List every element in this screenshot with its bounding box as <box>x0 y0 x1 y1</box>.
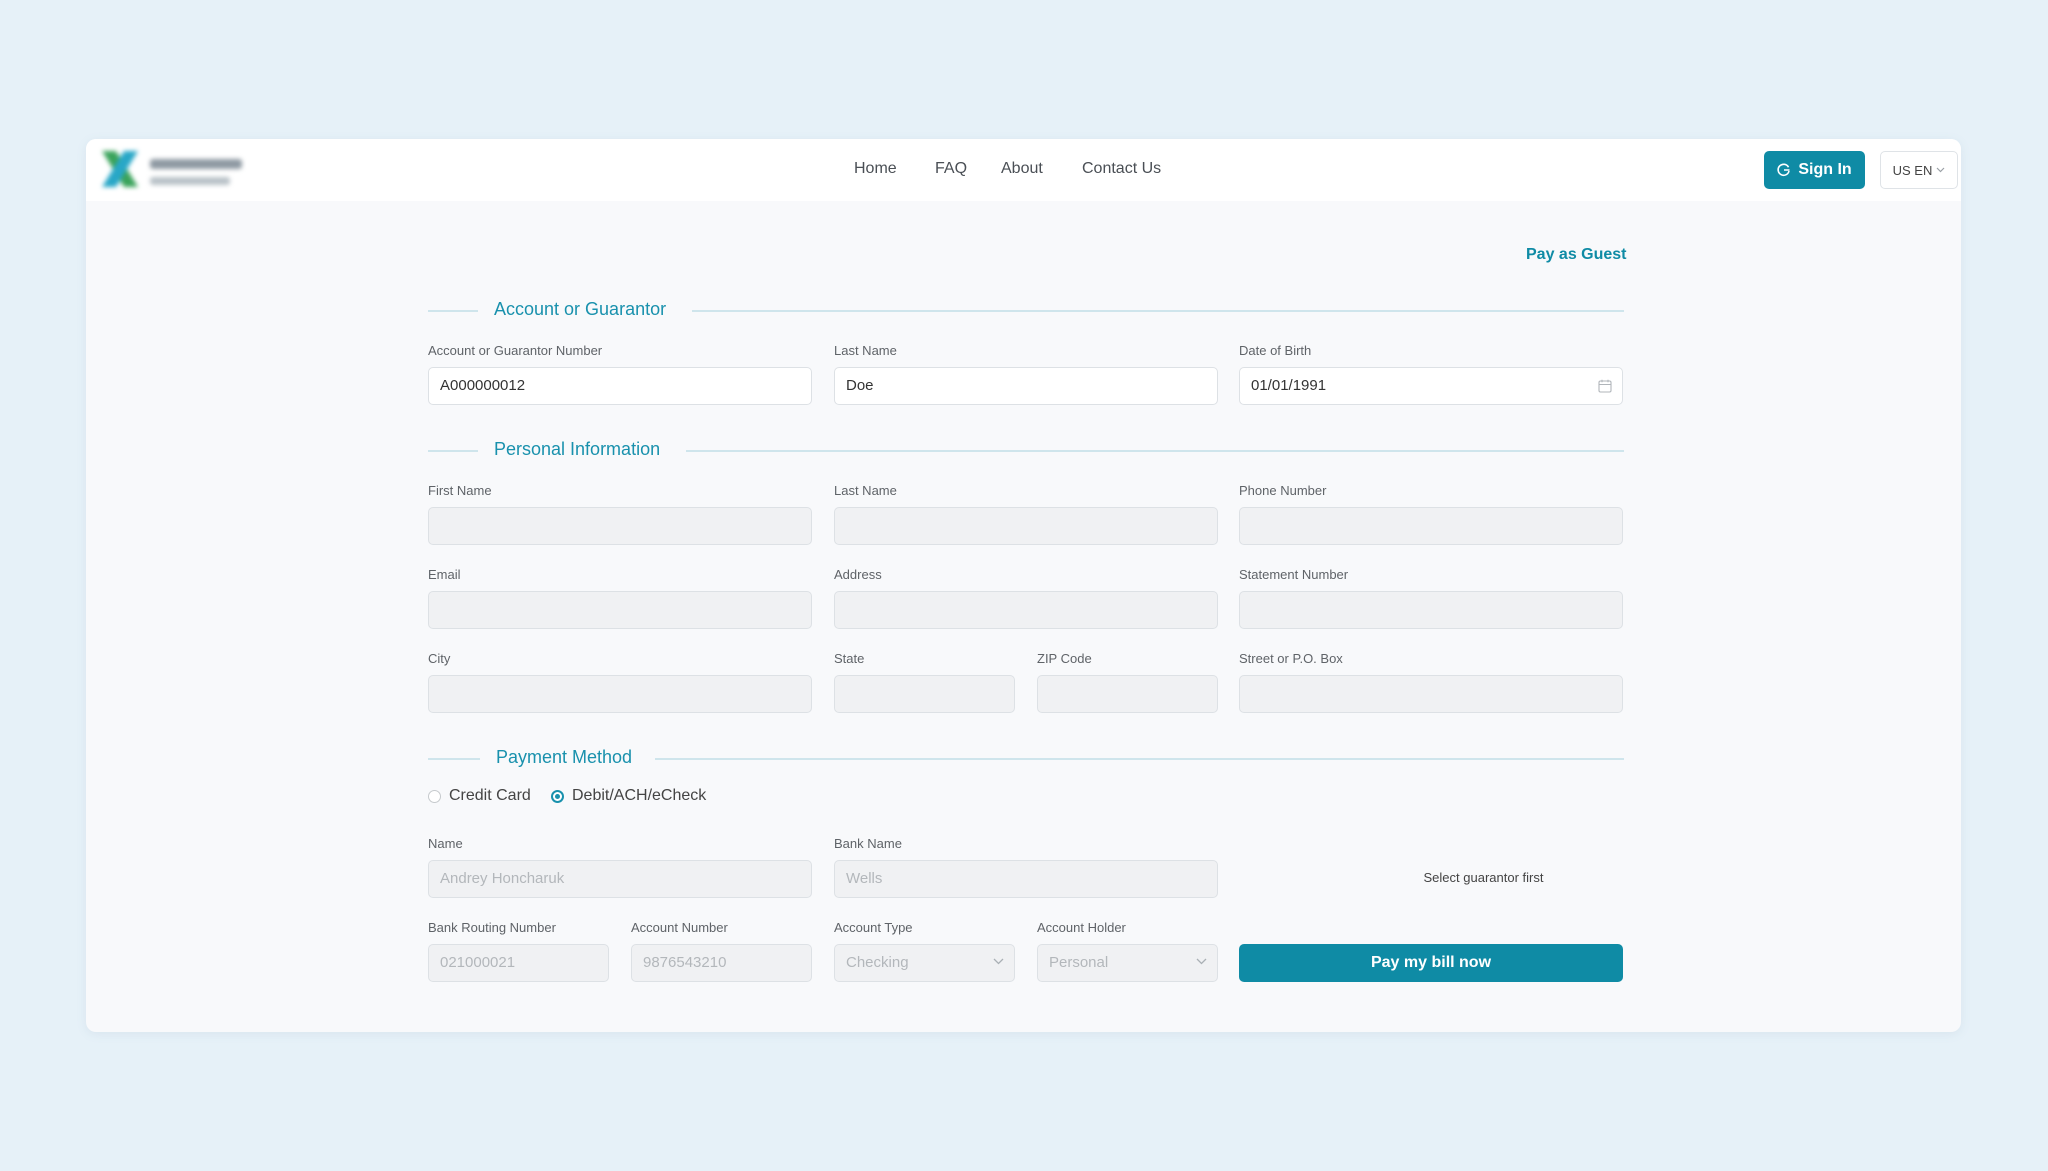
account-holder-select[interactable]: Personal <box>1037 944 1218 982</box>
logo-mark-icon <box>102 151 138 187</box>
bank-name-label: Bank Name <box>834 836 902 851</box>
state-label: State <box>834 651 865 666</box>
personal-last-name-label: Last Name <box>834 483 897 498</box>
page-card: Home FAQ About Contact Us Sign In US EN … <box>86 139 1961 1032</box>
sign-in-icon <box>1777 163 1791 177</box>
first-name-input[interactable] <box>428 507 812 545</box>
header: Home FAQ About Contact Us Sign In US EN <box>86 139 1961 201</box>
state-input[interactable] <box>834 675 1015 713</box>
sign-in-label: Sign In <box>1798 161 1852 178</box>
section-divider <box>428 310 478 312</box>
nav-home[interactable]: Home <box>854 160 897 178</box>
account-holder-value: Personal <box>1049 954 1109 971</box>
date-of-birth-label: Date of Birth <box>1239 343 1312 358</box>
name-input[interactable]: Andrey Honcharuk <box>428 860 812 898</box>
account-number-input[interactable]: 9876543210 <box>631 944 812 982</box>
language-select[interactable]: US EN <box>1880 151 1958 189</box>
statement-number-input[interactable] <box>1239 591 1623 629</box>
language-label: US EN <box>1892 162 1933 178</box>
zip-label: ZIP Code <box>1037 651 1092 666</box>
debit-ach-option[interactable]: Debit/ACH/eCheck <box>551 787 706 805</box>
zip-input[interactable] <box>1037 675 1218 713</box>
bank-name-input[interactable]: Wells <box>834 860 1218 898</box>
pay-bill-label: Pay my bill now <box>1370 954 1492 971</box>
debit-ach-radio[interactable] <box>551 789 564 803</box>
name-label: Name <box>428 836 463 851</box>
first-name-label: First Name <box>428 483 492 498</box>
last-name-label: Last Name <box>834 343 897 358</box>
logo[interactable] <box>98 147 248 197</box>
statement-number-label: Statement Number <box>1239 567 1349 582</box>
chevron-down-icon <box>1196 958 1207 965</box>
section-divider <box>428 450 478 452</box>
last-name-input[interactable]: Doe <box>834 367 1218 405</box>
nav-faq[interactable]: FAQ <box>935 160 967 178</box>
account-type-value: Checking <box>846 954 909 971</box>
city-input[interactable] <box>428 675 812 713</box>
routing-number-input[interactable]: 021000021 <box>428 944 609 982</box>
section-divider <box>686 450 1624 452</box>
routing-number-label: Bank Routing Number <box>428 920 556 935</box>
email-label: Email <box>428 567 461 582</box>
pay-bill-button[interactable]: Pay my bill now <box>1239 944 1623 982</box>
chevron-down-icon <box>993 958 1004 965</box>
guarantor-number-label: Account or Guarantor Number <box>428 343 603 358</box>
account-type-label: Account Type <box>834 920 913 935</box>
address-input[interactable] <box>834 591 1218 629</box>
guarantor-number-input[interactable]: A000000012 <box>428 367 812 405</box>
pay-as-guest-link[interactable]: Pay as Guest <box>1526 246 1627 264</box>
credit-card-radio[interactable] <box>428 789 441 803</box>
address-label: Address <box>834 567 882 582</box>
date-of-birth-input[interactable]: 01/01/1991 <box>1239 367 1623 405</box>
account-holder-label: Account Holder <box>1037 920 1126 935</box>
section-title-account: Account or Guarantor <box>494 299 667 319</box>
debit-ach-label: Debit/ACH/eCheck <box>572 787 707 804</box>
section-title-personal: Personal Information <box>494 439 661 459</box>
city-label: City <box>428 651 451 666</box>
chevron-down-icon <box>1936 167 1945 173</box>
account-number-label: Account Number <box>631 920 728 935</box>
phone-label: Phone Number <box>1239 483 1327 498</box>
street-label: Street or P.O. Box <box>1239 651 1343 666</box>
street-input[interactable] <box>1239 675 1623 713</box>
section-divider <box>655 758 1624 760</box>
select-guarantor-hint: Select guarantor first <box>1423 870 1544 885</box>
personal-last-name-input[interactable] <box>834 507 1218 545</box>
section-divider <box>692 310 1624 312</box>
section-divider <box>428 758 480 760</box>
credit-card-label: Credit Card <box>449 787 531 804</box>
email-input[interactable] <box>428 591 812 629</box>
nav-about[interactable]: About <box>1001 160 1043 178</box>
calendar-icon[interactable] <box>1598 379 1612 393</box>
date-of-birth-value: 01/01/1991 <box>1251 377 1327 394</box>
account-type-select[interactable]: Checking <box>834 944 1015 982</box>
section-title-payment: Payment Method <box>496 747 633 767</box>
credit-card-option[interactable]: Credit Card <box>428 787 531 805</box>
sign-in-button[interactable]: Sign In <box>1764 151 1865 189</box>
phone-input[interactable] <box>1239 507 1623 545</box>
nav-contact-us[interactable]: Contact Us <box>1082 160 1161 178</box>
